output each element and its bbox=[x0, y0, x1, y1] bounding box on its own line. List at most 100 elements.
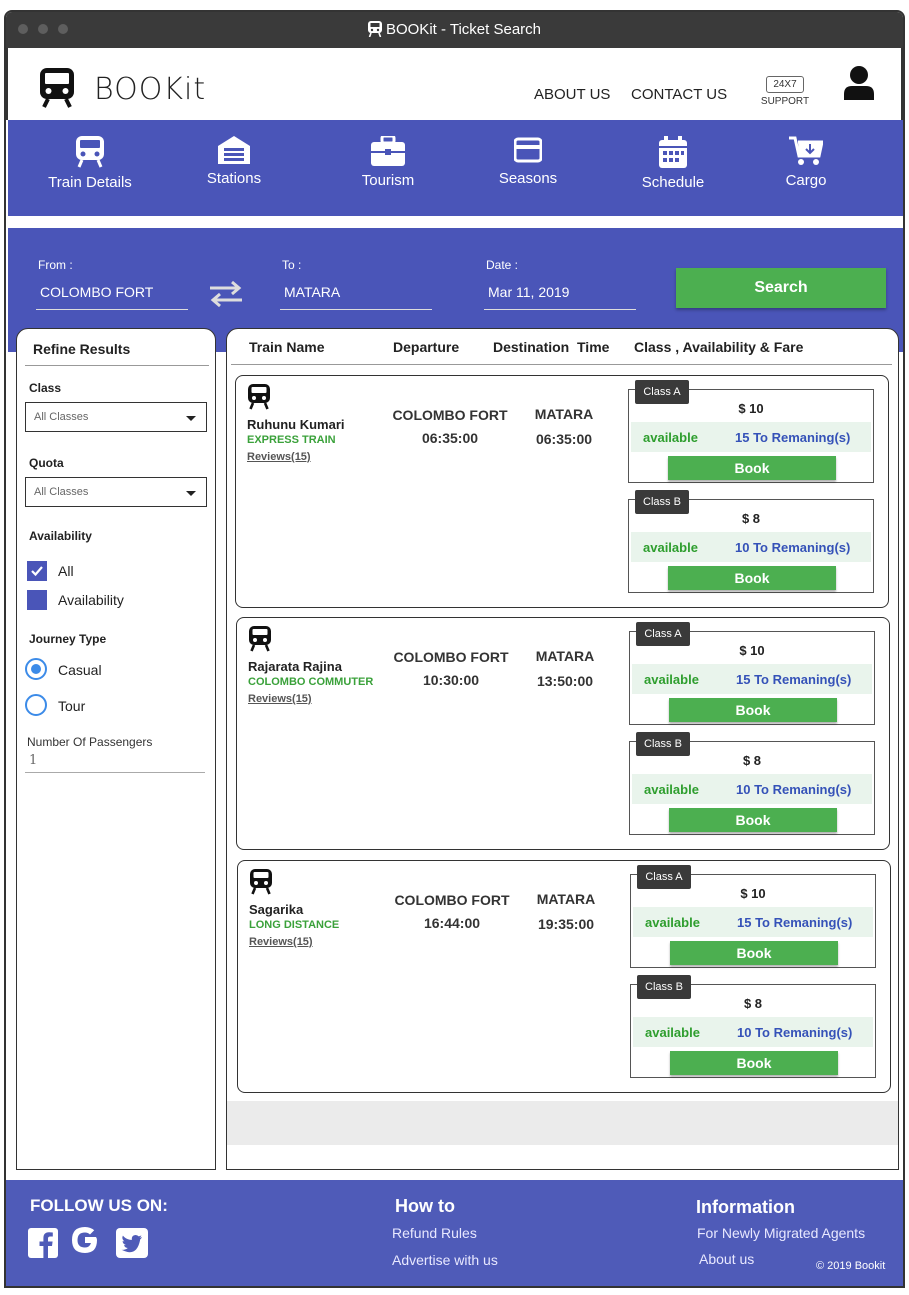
train-type: EXPRESS TRAIN bbox=[247, 434, 336, 446]
class-box: Class A $ 10 available 15 To Remaning(s) … bbox=[630, 865, 876, 968]
support-widget[interactable]: 24X7 SUPPORT bbox=[760, 74, 810, 107]
class-fare: $ 10 bbox=[739, 643, 765, 658]
main-nav: Train Details Stations Tourism Seasons S… bbox=[8, 120, 903, 216]
briefcase-icon bbox=[371, 136, 405, 166]
contact-us-link[interactable]: CONTACT US bbox=[631, 86, 727, 103]
seats-remaining: 10 To Remaning(s) bbox=[736, 782, 852, 797]
availability-available-checkbox[interactable] bbox=[27, 590, 47, 610]
quota-filter-label: Quota bbox=[29, 456, 64, 470]
window-title-text: BOOKit - Ticket Search bbox=[385, 21, 542, 38]
availability-status: available bbox=[645, 1025, 700, 1040]
nav-train-details[interactable]: Train Details bbox=[30, 120, 150, 192]
nav-label: Tourism bbox=[361, 172, 415, 189]
availability-status: available bbox=[645, 915, 700, 930]
seats-remaining: 10 To Remaning(s) bbox=[737, 1025, 853, 1040]
support-label: SUPPORT bbox=[760, 96, 810, 107]
destination-info: MATARA 06:35:00 bbox=[512, 402, 616, 452]
book-button[interactable]: Book bbox=[668, 456, 836, 480]
class-fare: $ 8 bbox=[741, 511, 761, 526]
availability-row: available 15 To Remaning(s) bbox=[632, 664, 872, 694]
departure-info: COLOMBO FORT 06:35:00 bbox=[388, 404, 512, 450]
quota-select[interactable]: All Classes bbox=[25, 477, 207, 507]
to-input[interactable]: MATARA bbox=[280, 276, 432, 310]
nav-label: Stations bbox=[206, 170, 262, 187]
train-card: Sagarika LONG DISTANCE Reviews(15) COLOM… bbox=[237, 860, 891, 1093]
advertise-link[interactable]: Advertise with us bbox=[392, 1252, 498, 1268]
site-header: BOOKit ABOUT US CONTACT US 24X7 SUPPORT bbox=[6, 48, 903, 120]
quota-select-value: All Classes bbox=[34, 486, 89, 498]
train-icon bbox=[248, 384, 270, 410]
train-icon bbox=[249, 626, 271, 652]
newly-migrated-agents-link[interactable]: For Newly Migrated Agents bbox=[697, 1225, 865, 1241]
nav-schedule[interactable]: Schedule bbox=[613, 120, 733, 192]
availability-status: available bbox=[643, 540, 698, 555]
nav-label: Cargo bbox=[785, 172, 827, 189]
follow-us-title: FOLLOW US ON: bbox=[30, 1196, 168, 1215]
class-fare: $ 10 bbox=[740, 886, 766, 901]
caret-down-icon bbox=[186, 491, 196, 496]
book-button[interactable]: Book bbox=[669, 808, 837, 832]
seats-remaining: 15 To Remaning(s) bbox=[735, 430, 851, 445]
passengers-input[interactable]: 1 bbox=[25, 753, 205, 773]
book-button[interactable]: Book bbox=[670, 941, 838, 965]
how-to-title: How to bbox=[395, 1196, 455, 1216]
check-icon bbox=[31, 566, 43, 577]
site-footer: FOLLOW US ON: How to Refund Rules Advert… bbox=[6, 1180, 903, 1286]
book-button[interactable]: Book bbox=[669, 698, 837, 722]
train-icon bbox=[76, 136, 104, 168]
swap-icon[interactable] bbox=[208, 280, 244, 308]
class-select[interactable]: All Classes bbox=[25, 402, 207, 432]
book-button[interactable]: Book bbox=[668, 566, 836, 590]
caret-down-icon bbox=[186, 416, 196, 421]
train-name: Ruhunu Kumari bbox=[247, 417, 345, 432]
availability-row: available 15 To Remaning(s) bbox=[631, 422, 871, 452]
nav-stations[interactable]: Stations bbox=[174, 120, 294, 188]
divider bbox=[25, 365, 209, 366]
twitter-icon[interactable] bbox=[116, 1228, 148, 1258]
google-icon[interactable] bbox=[69, 1224, 101, 1256]
calendar-icon bbox=[659, 136, 687, 168]
departure-time: 06:35:00 bbox=[421, 430, 479, 446]
reviews-link[interactable]: Reviews(15) bbox=[249, 936, 313, 948]
journey-tour-radio[interactable] bbox=[25, 694, 47, 716]
col-class: Class , Availability & Fare bbox=[634, 339, 804, 355]
date-input[interactable]: Mar 11, 2019 bbox=[484, 276, 636, 310]
support-badge: 24X7 bbox=[766, 76, 804, 93]
journey-type-label: Journey Type bbox=[29, 632, 107, 646]
journey-tour-label: Tour bbox=[58, 698, 86, 714]
nav-label: Train Details bbox=[48, 174, 132, 191]
journey-casual-label: Casual bbox=[58, 662, 102, 678]
facebook-icon[interactable] bbox=[28, 1228, 58, 1258]
availability-filter-label: Availability bbox=[29, 529, 92, 543]
availability-all-checkbox[interactable] bbox=[27, 561, 47, 581]
nav-seasons[interactable]: Seasons bbox=[468, 120, 588, 188]
nav-label: Seasons bbox=[498, 170, 558, 187]
nav-tourism[interactable]: Tourism bbox=[328, 120, 448, 190]
about-us-link[interactable]: ABOUT US bbox=[534, 86, 610, 103]
class-fare: $ 8 bbox=[742, 753, 762, 768]
destination-station: MATARA bbox=[534, 406, 594, 422]
col-destination: Destination Time bbox=[493, 339, 610, 355]
destination-info: MATARA 19:35:00 bbox=[514, 887, 618, 937]
nav-label: Schedule bbox=[641, 174, 705, 191]
seats-remaining: 10 To Remaning(s) bbox=[735, 540, 851, 555]
book-button[interactable]: Book bbox=[670, 1051, 838, 1075]
search-button[interactable]: Search bbox=[676, 268, 886, 308]
user-icon[interactable] bbox=[844, 66, 874, 100]
brand-name: BOOKit bbox=[94, 72, 207, 107]
refine-title: Refine Results bbox=[33, 341, 131, 357]
journey-casual-radio[interactable] bbox=[25, 658, 47, 680]
about-us-footer-link[interactable]: About us bbox=[699, 1251, 754, 1267]
departure-time: 16:44:00 bbox=[423, 915, 481, 931]
destination-station: MATARA bbox=[535, 648, 595, 664]
reviews-link[interactable]: Reviews(15) bbox=[247, 451, 311, 463]
app-window: BOOKit - Ticket Search BOOKit ABOUT US C… bbox=[4, 10, 905, 1288]
information-title: Information bbox=[696, 1197, 795, 1217]
nav-cargo[interactable]: Cargo bbox=[746, 120, 866, 190]
departure-time: 10:30:00 bbox=[422, 672, 480, 688]
destination-time: 06:35:00 bbox=[535, 431, 593, 447]
availability-row: available 10 To Remaning(s) bbox=[632, 774, 872, 804]
reviews-link[interactable]: Reviews(15) bbox=[248, 693, 312, 705]
from-input[interactable]: COLOMBO FORT bbox=[36, 276, 188, 310]
refund-rules-link[interactable]: Refund Rules bbox=[392, 1225, 477, 1241]
